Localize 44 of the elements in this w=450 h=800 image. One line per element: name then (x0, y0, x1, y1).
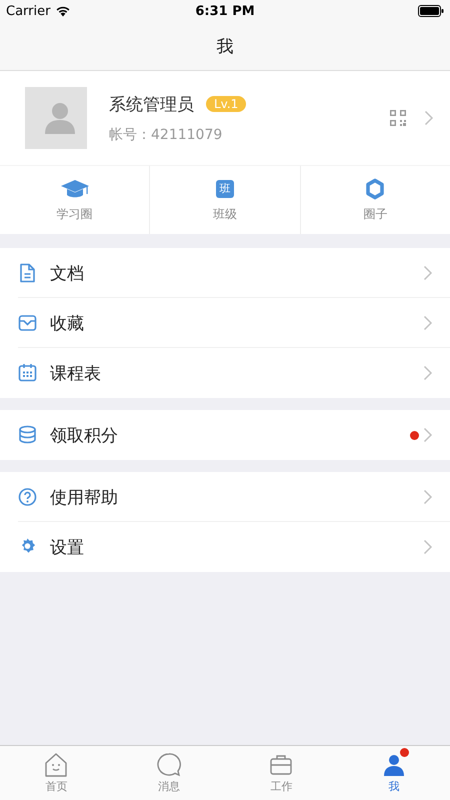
menu-item[interactable]: 收藏 (0, 298, 450, 348)
chevron-right-icon (423, 365, 433, 381)
clock-time: 6:31 PM (195, 4, 255, 18)
chevron-right-icon (423, 265, 433, 281)
chevron-right-icon (424, 110, 434, 126)
menu-item[interactable]: 使用帮助 (0, 472, 450, 522)
shortcut-button[interactable]: 学习圈 (0, 166, 150, 234)
shortcut-button[interactable]: 圈子 (300, 166, 450, 234)
person-icon (45, 102, 75, 134)
help-icon (18, 487, 37, 507)
account-number: 帐号：42111079 (109, 126, 222, 144)
hexagon-icon (365, 178, 386, 200)
shortcut-button[interactable]: 班 班级 (149, 166, 300, 234)
menu-item[interactable]: 设置 (0, 522, 450, 572)
chevron-right-icon (423, 427, 433, 443)
chevron-right-icon (423, 539, 433, 555)
qr-code-icon (390, 110, 406, 126)
calendar-icon (18, 363, 37, 383)
menu-label: 领取积分 (50, 424, 119, 446)
wifi-icon (55, 5, 72, 17)
menu-label: 使用帮助 (50, 486, 119, 508)
profile-card[interactable]: 系统管理员 Lv.1 帐号：42111079 (0, 71, 450, 165)
chevron-right-icon (423, 315, 433, 331)
page-title: 我 (216, 36, 234, 58)
menu-item[interactable]: 领取积分 (0, 410, 450, 460)
graduation-cap-icon (60, 178, 90, 198)
home-icon (43, 752, 70, 777)
user-name: 系统管理员 (109, 94, 194, 116)
tab-bar-item[interactable]: 我 (338, 746, 450, 800)
level-badge: Lv.1 (206, 96, 246, 112)
inbox-icon (18, 313, 37, 333)
carrier-name: Carrier (6, 4, 50, 18)
chevron-right-icon (423, 489, 433, 505)
menu-item[interactable]: 课程表 (0, 348, 450, 398)
menu-label: 收藏 (50, 312, 85, 334)
chat-bubble-icon (156, 752, 182, 777)
class-icon: 班 (216, 180, 234, 198)
menu-label: 课程表 (50, 362, 102, 384)
battery-icon (418, 5, 444, 17)
document-icon (18, 263, 37, 283)
coin-stack-icon (18, 425, 37, 445)
menu-item[interactable]: 文档 (0, 248, 450, 298)
menu-label: 设置 (50, 536, 85, 558)
menu-label: 文档 (50, 262, 85, 284)
